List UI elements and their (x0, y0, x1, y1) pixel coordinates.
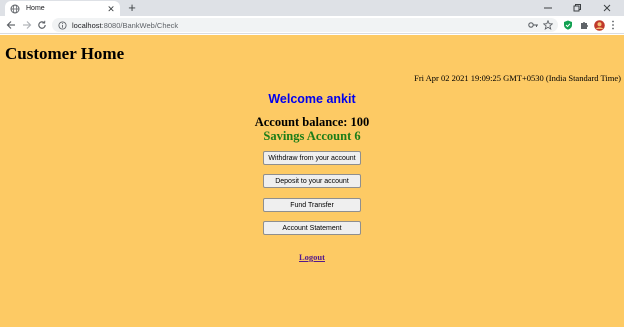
url-text: localhost:8080/BankWeb/Check (72, 20, 179, 30)
account-balance: Account balance: 100 (254, 115, 370, 129)
star-icon[interactable] (542, 19, 554, 31)
reload-icon[interactable] (36, 19, 48, 31)
withdraw-button[interactable]: Withdraw from your account (263, 151, 361, 165)
page-body: Customer Home Fri Apr 02 2021 19:09:25 G… (0, 35, 624, 327)
browser-toolbar: localhost:8080/BankWeb/Check (0, 16, 624, 34)
shield-extension-icon[interactable] (562, 19, 574, 31)
logout-link[interactable]: Logout (299, 252, 325, 262)
close-tab-icon[interactable]: ✕ (105, 3, 117, 15)
deposit-button[interactable]: Deposit to your account (263, 174, 361, 188)
back-arrow-icon[interactable] (5, 19, 17, 31)
tab-title: Home (26, 5, 45, 12)
welcome-message: Welcome ankit (268, 92, 356, 106)
menu-dots-icon[interactable] (607, 19, 619, 31)
fund-transfer-button[interactable]: Fund Transfer (263, 198, 361, 212)
current-datetime: Fri Apr 02 2021 19:09:25 GMT+0530 (India… (414, 73, 621, 83)
key-icon[interactable] (527, 19, 539, 31)
browser-tab[interactable]: Home ✕ (5, 1, 120, 16)
puzzle-extensions-icon[interactable] (578, 19, 590, 31)
globe-icon (10, 4, 20, 14)
page-title: Customer Home (5, 44, 125, 63)
logout-row: Logout (0, 252, 624, 262)
account-type: Savings Account 6 (263, 129, 361, 143)
profile-avatar[interactable] (593, 19, 605, 31)
address-bar[interactable]: localhost:8080/BankWeb/Check (52, 18, 558, 32)
close-window-icon[interactable] (593, 0, 621, 16)
new-tab-icon[interactable]: + (125, 1, 139, 15)
account-statement-button[interactable]: Account Statement (263, 221, 361, 235)
forward-arrow-icon[interactable] (21, 19, 33, 31)
restore-icon[interactable] (563, 0, 591, 16)
info-icon[interactable] (58, 20, 67, 30)
minimize-icon[interactable] (534, 0, 562, 16)
tab-strip: Home ✕ + (0, 0, 624, 16)
